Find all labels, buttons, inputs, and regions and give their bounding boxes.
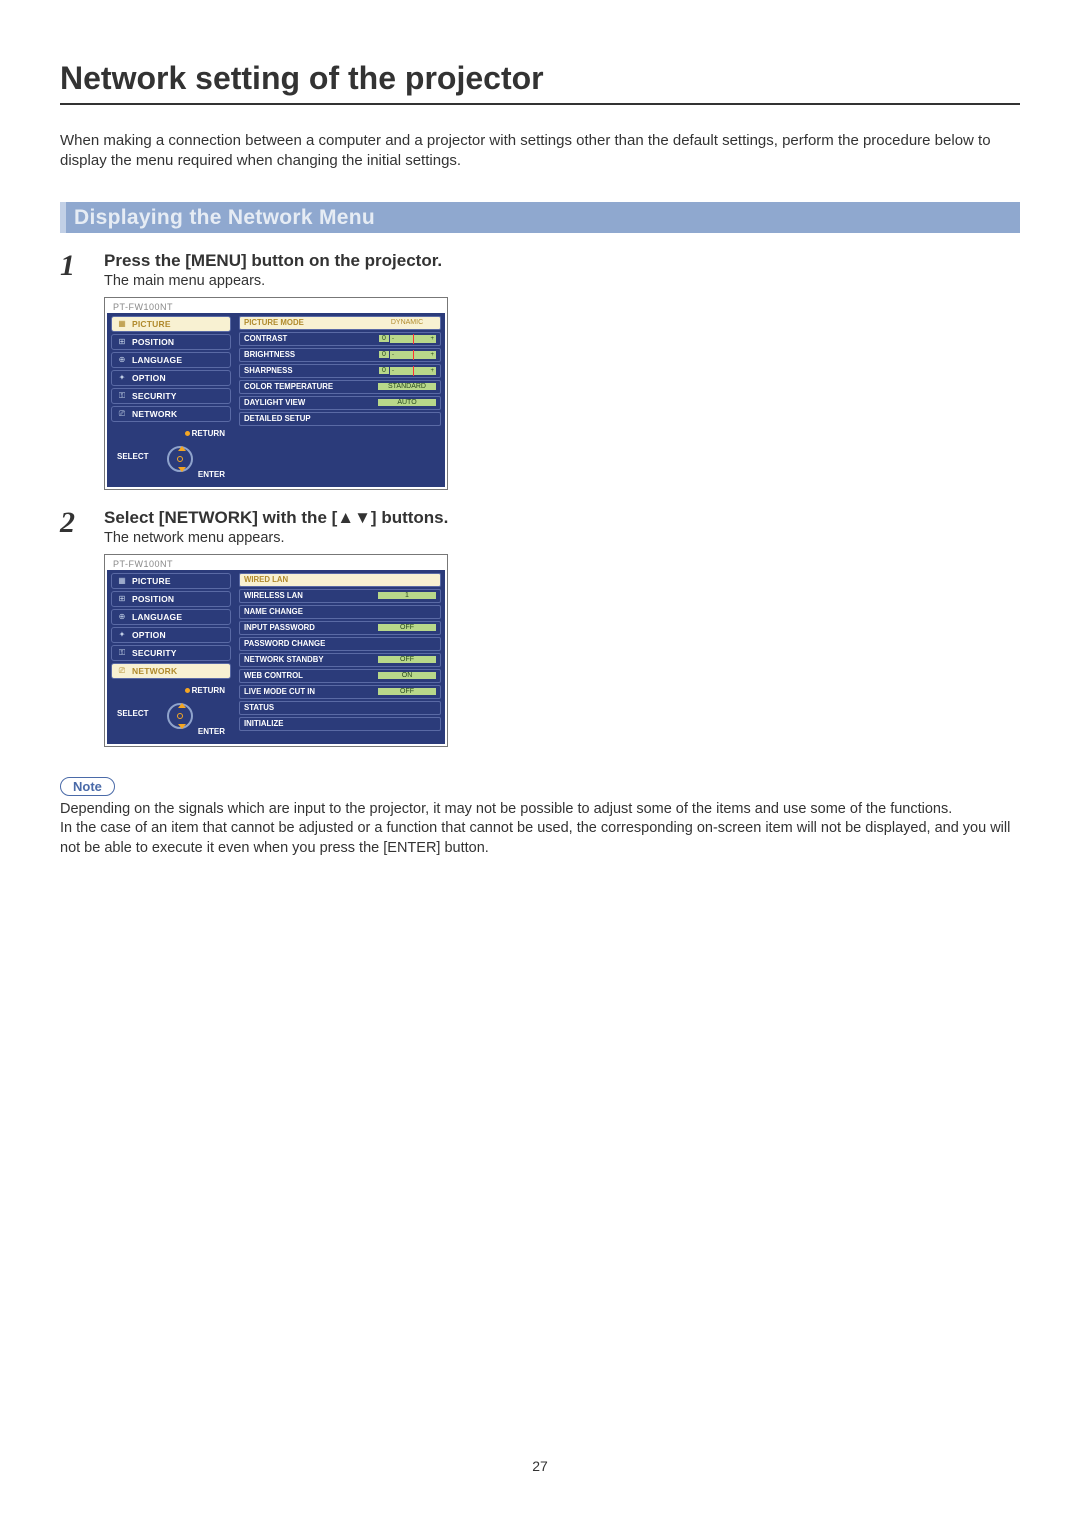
return-label: RETURN — [185, 429, 225, 438]
menu-picture: ▦PICTURE — [111, 316, 231, 332]
return-label: RETURN — [185, 686, 225, 695]
row-network-standby: NETWORK STANDBYOFF — [239, 653, 441, 667]
page-number: 27 — [60, 1458, 1020, 1474]
return-dot-icon — [185, 688, 190, 693]
row-sharpness: SHARPNESS0-+ — [239, 364, 441, 378]
step-2: 2 Select [NETWORK] with the [▲▼] buttons… — [60, 508, 1020, 747]
osd-left-menu: ▦PICTURE ⊞POSITION ⊕LANGUAGE ✦OPTION ⚿SE… — [107, 313, 235, 487]
nav-center-icon — [177, 456, 183, 462]
menu-option: ✦OPTION — [111, 627, 231, 643]
row-color-temperature: COLOR TEMPERATURESTANDARD — [239, 380, 441, 394]
row-initialize: INITIALIZE — [239, 717, 441, 731]
note-block: Note Depending on the signals which are … — [60, 777, 1020, 859]
position-icon: ⊞ — [116, 594, 128, 603]
row-name-change: NAME CHANGE — [239, 605, 441, 619]
network-icon: ⎚ — [116, 409, 128, 419]
position-icon: ⊞ — [116, 337, 128, 346]
osd-left-menu: ▦PICTURE ⊞POSITION ⊕LANGUAGE ✦OPTION ⚿SE… — [107, 570, 235, 744]
intro-text: When making a connection between a compu… — [60, 131, 1020, 172]
select-label: SELECT — [117, 709, 149, 718]
slider-icon: -+ — [390, 367, 436, 375]
nav-down-icon — [178, 467, 186, 472]
nav-ring-icon — [167, 703, 193, 729]
globe-icon: ⊕ — [116, 355, 128, 364]
picture-icon: ▦ — [116, 576, 128, 585]
step-number: 1 — [60, 251, 104, 490]
menu-position: ⊞POSITION — [111, 334, 231, 350]
osd-model-label: PT-FW100NT — [107, 557, 445, 570]
nav-up-icon — [178, 703, 186, 708]
section-heading: Displaying the Network Menu — [74, 206, 375, 229]
menu-network: ⎚NETWORK — [111, 406, 231, 422]
row-status: STATUS — [239, 701, 441, 715]
section-heading-bar: Displaying the Network Menu — [60, 202, 1020, 233]
row-wireless-lan: WIRELESS LAN1 — [239, 589, 441, 603]
row-password-change: PASSWORD CHANGE — [239, 637, 441, 651]
slider-icon: -+ — [390, 335, 436, 343]
row-daylight-view: DAYLIGHT VIEWAUTO — [239, 396, 441, 410]
osd-screenshot-2: PT-FW100NT ▦PICTURE ⊞POSITION ⊕LANGUAGE … — [104, 554, 448, 747]
osd-right-panel: PICTURE MODEDYNAMIC CONTRAST0-+ BRIGHTNE… — [235, 313, 445, 487]
row-live-mode-cut-in: LIVE MODE CUT INOFF — [239, 685, 441, 699]
enter-label: ENTER — [198, 727, 225, 736]
osd-right-panel: WIRED LAN WIRELESS LAN1 NAME CHANGE INPU… — [235, 570, 445, 744]
osd-model-label: PT-FW100NT — [107, 300, 445, 313]
note-label: Note — [60, 777, 115, 796]
menu-option: ✦OPTION — [111, 370, 231, 386]
enter-label: ENTER — [198, 470, 225, 479]
row-contrast: CONTRAST0-+ — [239, 332, 441, 346]
menu-security: ⚿SECURITY — [111, 388, 231, 404]
select-label: SELECT — [117, 452, 149, 461]
security-icon: ⚿ — [116, 391, 128, 401]
network-icon: ⎚ — [116, 666, 128, 676]
page-title: Network setting of the projector — [60, 60, 1020, 97]
step-1-text: The main menu appears. — [104, 273, 1020, 289]
return-dot-icon — [185, 431, 190, 436]
row-brightness: BRIGHTNESS0-+ — [239, 348, 441, 362]
step-2-title: Select [NETWORK] with the [▲▼] buttons. — [104, 508, 1020, 528]
nav-center-icon — [177, 713, 183, 719]
menu-security: ⚿SECURITY — [111, 645, 231, 661]
title-rule — [60, 103, 1020, 105]
menu-language: ⊕LANGUAGE — [111, 352, 231, 368]
nav-ring-icon — [167, 446, 193, 472]
row-detailed-setup: DETAILED SETUP — [239, 412, 441, 426]
slider-icon: -+ — [390, 351, 436, 359]
row-picture-mode: PICTURE MODEDYNAMIC — [239, 316, 441, 330]
menu-picture: ▦PICTURE — [111, 573, 231, 589]
step-number: 2 — [60, 508, 104, 747]
row-input-password: INPUT PASSWORDOFF — [239, 621, 441, 635]
row-web-control: WEB CONTROLON — [239, 669, 441, 683]
nav-down-icon — [178, 724, 186, 729]
nav-up-icon — [178, 446, 186, 451]
osd-screenshot-1: PT-FW100NT ▦PICTURE ⊞POSITION ⊕LANGUAGE … — [104, 297, 448, 490]
option-icon: ✦ — [116, 630, 128, 639]
step-1-title: Press the [MENU] button on the projector… — [104, 251, 1020, 271]
menu-position: ⊞POSITION — [111, 591, 231, 607]
row-wired-lan: WIRED LAN — [239, 573, 441, 587]
menu-network: ⎚NETWORK — [111, 663, 231, 679]
picture-icon: ▦ — [116, 319, 128, 328]
note-text-1: Depending on the signals which are input… — [60, 800, 1020, 820]
note-text-2: In the case of an item that cannot be ad… — [60, 819, 1020, 858]
option-icon: ✦ — [116, 373, 128, 382]
menu-language: ⊕LANGUAGE — [111, 609, 231, 625]
step-2-text: The network menu appears. — [104, 530, 1020, 546]
security-icon: ⚿ — [116, 648, 128, 658]
step-1: 1 Press the [MENU] button on the project… — [60, 251, 1020, 490]
globe-icon: ⊕ — [116, 612, 128, 621]
